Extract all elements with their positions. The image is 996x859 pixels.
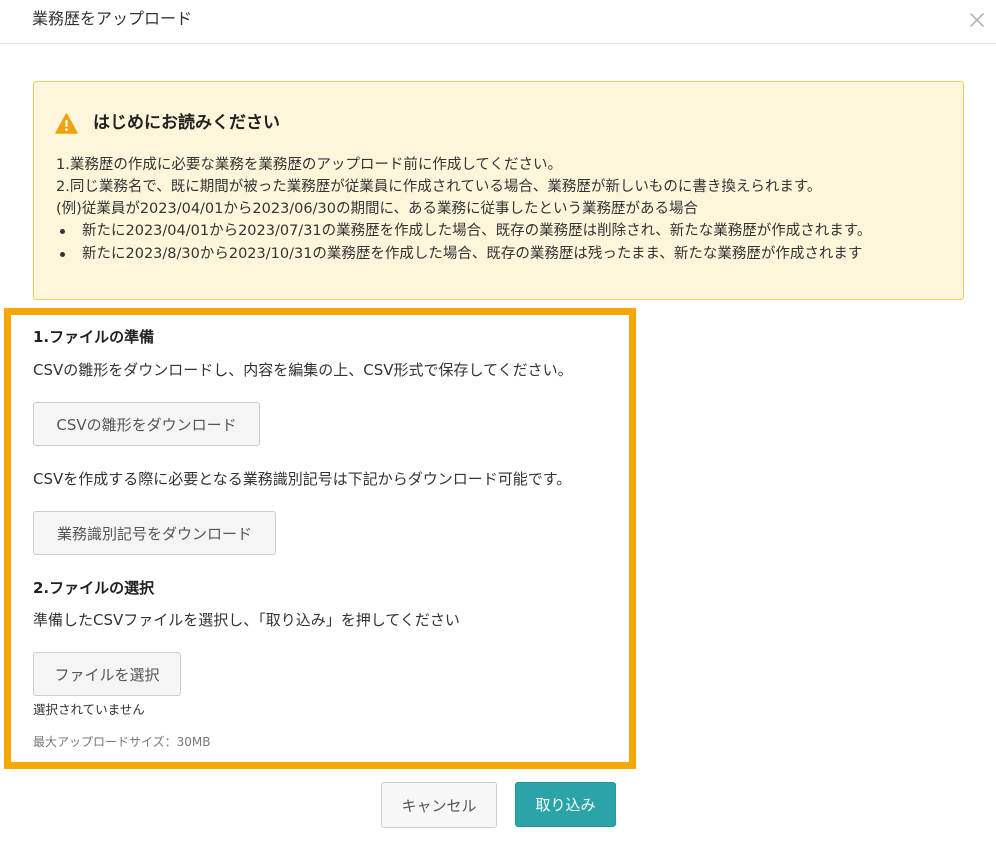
notice-line: 2.同じ業務名で、既に期間が被った業務歴が従業員に作成されている場合、業務歴が新…: [56, 179, 822, 195]
notice-body: 1.業務歴の作成に必要な業務を業務歴のアップロード前に作成してください。 2.同…: [56, 154, 946, 266]
modal-header: 業務歴をアップロード: [0, 0, 996, 44]
prepare-description: CSVの雛形をダウンロードし、内容を編集の上、CSV形式で保存してください。: [33, 361, 573, 379]
notice-box: はじめにお読みください 1.業務歴の作成に必要な業務を業務歴のアップロード前に作…: [33, 81, 964, 300]
file-status: 選択されていません: [33, 702, 145, 717]
select-description: 準備したCSVファイルを選択し、「取り込み」を押してください: [33, 611, 460, 629]
id-description: CSVを作成する際に必要となる業務識別記号は下記からダウンロード可能です。: [33, 470, 572, 488]
notice-title: はじめにお読みください: [93, 113, 280, 133]
max-upload-size: 最大アップロードサイズ：30MB: [33, 735, 211, 749]
notice-bullet-item: 新たに2023/8/30から2023/10/31の業務歴を作成した場合、既存の業…: [56, 243, 946, 266]
prepare-section-title: 1.ファイルの準備: [33, 328, 155, 346]
notice-heading: はじめにお読みください: [55, 111, 280, 135]
modal-title: 業務歴をアップロード: [32, 9, 193, 28]
choose-file-button[interactable]: ファイルを選択: [33, 652, 181, 696]
download-id-button[interactable]: 業務識別記号をダウンロード: [33, 511, 276, 555]
import-button[interactable]: 取り込み: [515, 782, 616, 827]
cancel-button[interactable]: キャンセル: [381, 782, 497, 828]
select-section-title: 2.ファイルの選択: [33, 579, 155, 597]
notice-bullet-item: 新たに2023/04/01から2023/07/31の業務歴を作成した場合、既存の…: [56, 220, 946, 243]
notice-line: 1.業務歴の作成に必要な業務を業務歴のアップロード前に作成してください。: [56, 157, 562, 173]
warning-icon: [55, 112, 78, 134]
download-template-button[interactable]: CSVの雛形をダウンロード: [33, 402, 260, 446]
notice-line: (例)従業員が2023/04/01から2023/06/30の期間に、ある業務に従…: [56, 201, 699, 217]
close-icon[interactable]: [968, 11, 986, 29]
